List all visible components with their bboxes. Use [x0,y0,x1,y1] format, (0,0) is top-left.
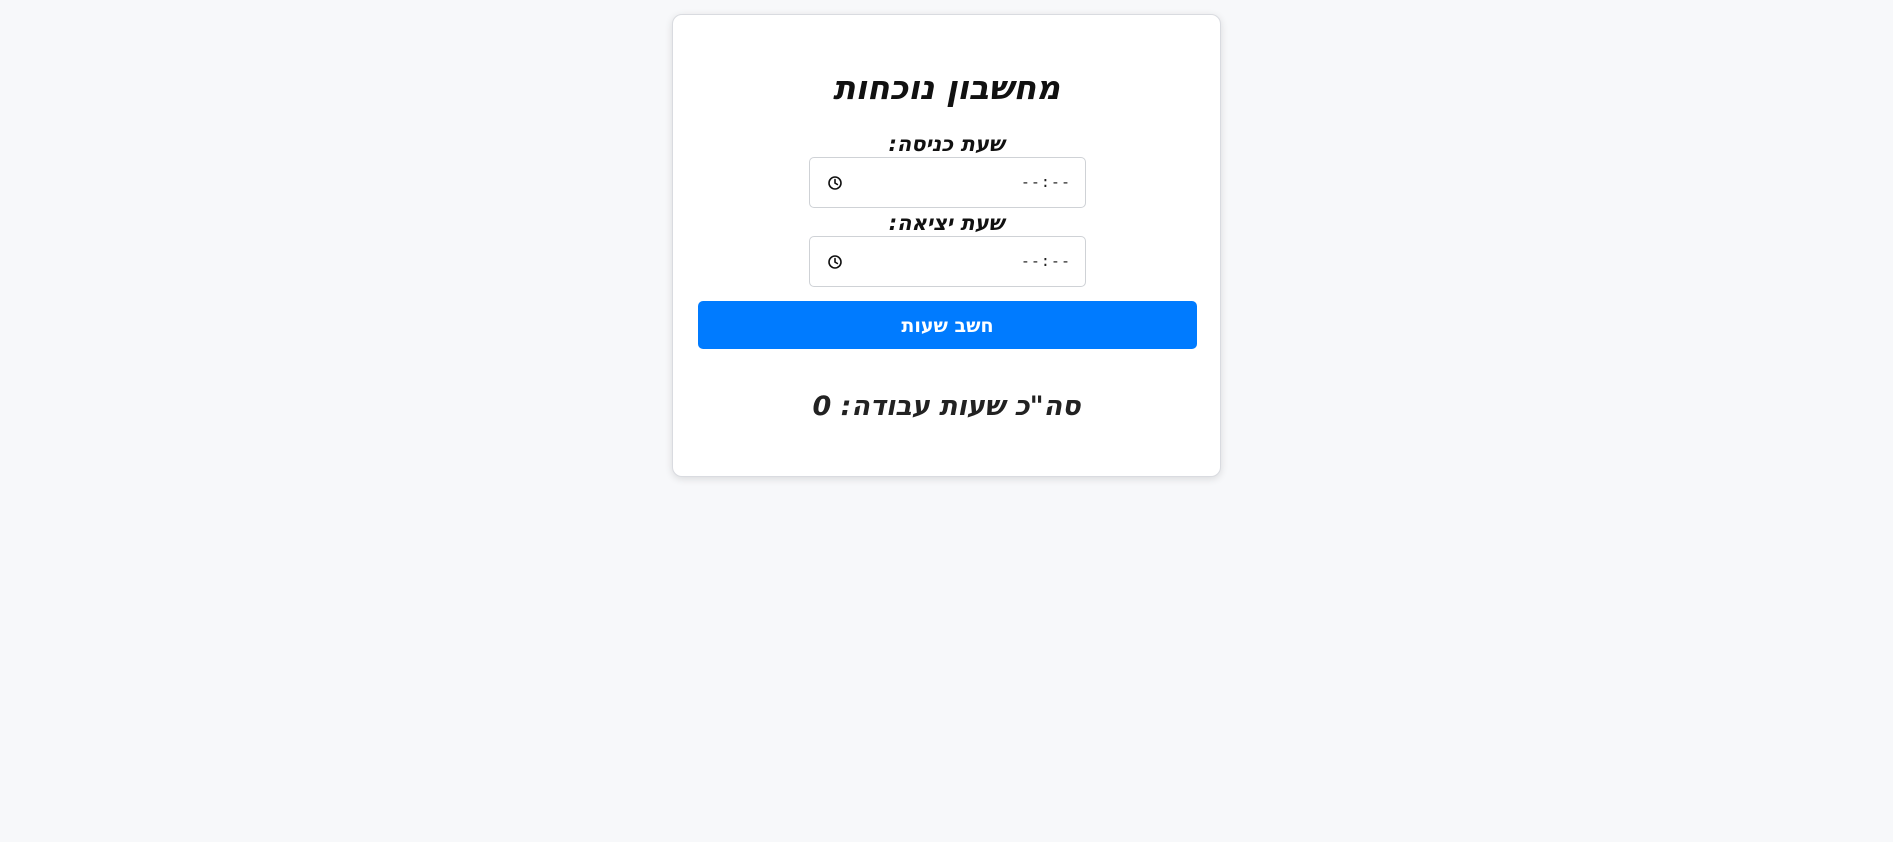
calculate-hours-button[interactable]: חשב שעות [698,301,1197,349]
attendance-calculator-page: מחשבון נוכחות שעת כניסה: --:-- שעת יציאה… [0,0,1893,842]
calculator-card: מחשבון נוכחות שעת כניסה: --:-- שעת יציאה… [672,14,1221,477]
entry-time-value: --:-- [1020,173,1071,191]
total-hours-result: סה"כ שעות עבודה: 0 [812,391,1081,422]
page-title: מחשבון נוכחות [832,68,1061,107]
entry-time-input[interactable]: --:-- [809,157,1086,208]
entry-time-label: שעת כניסה: [888,132,1005,156]
exit-time-input[interactable]: --:-- [809,236,1086,287]
clock-icon[interactable] [827,175,843,191]
exit-time-label: שעת יציאה: [888,211,1005,235]
exit-time-value: --:-- [1020,252,1071,270]
clock-icon[interactable] [827,254,843,270]
